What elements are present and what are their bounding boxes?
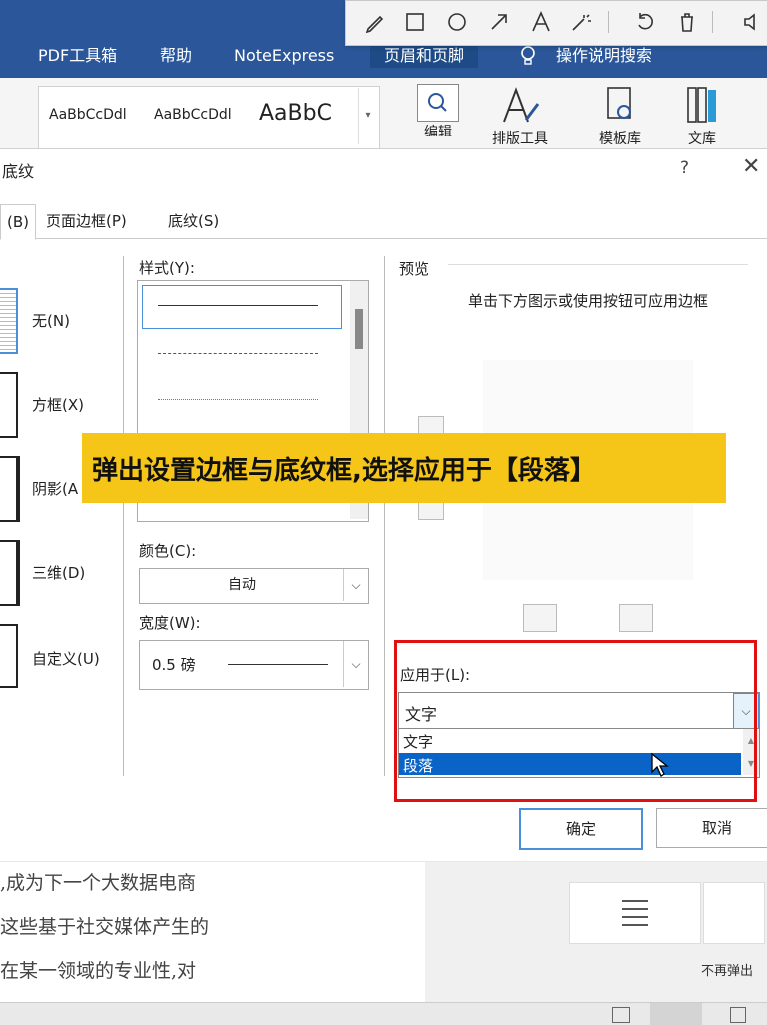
close-icon[interactable]: ✕ [742,154,760,179]
document-line: 这些基于社交媒体产生的 [0,916,210,938]
preview-label: 预览 [399,260,430,278]
edit-label: 编辑 [424,125,452,136]
setting-none-thumb[interactable] [0,288,18,354]
layout-tool-button[interactable]: 排版工具 [480,84,560,144]
width-label: 宽度(W): [139,614,201,632]
lightbulb-icon [520,46,536,66]
print-layout-icon[interactable] [650,1003,702,1025]
column-separator [384,256,385,776]
panel-card[interactable] [569,882,701,944]
tab-noteexpress[interactable]: NoteExpress [234,44,334,68]
color-value: 自动 [228,577,256,593]
chevron-down-icon[interactable]: ⌵ [343,641,368,687]
tab-pdf-tools[interactable]: PDF工具箱 [38,44,117,68]
rectangle-icon[interactable] [404,11,426,33]
edit-button[interactable]: 编辑 [408,84,468,144]
library-label: 文库 [688,131,716,144]
width-select[interactable]: 0.5 磅 ⌵ [139,640,369,690]
right-border-button[interactable] [619,604,653,632]
template-label: 模板库 [599,131,641,144]
circle-icon[interactable] [446,11,468,33]
help-button[interactable]: ? [680,158,689,178]
color-label: 颜色(C): [139,542,197,560]
ok-button[interactable]: 确定 [519,808,643,850]
side-panel: 不再弹出 [425,862,767,1002]
setting-3d-thumb[interactable] [0,540,20,606]
template-button[interactable]: 模板库 [590,84,650,144]
tab-header-footer[interactable]: 页眉和页脚 [370,44,479,68]
tab-borders[interactable]: (B) [0,204,36,240]
width-line-sample [228,664,328,665]
dont-show-again[interactable]: 不再弹出 [701,960,753,979]
tab-search[interactable]: 操作说明搜索 [556,44,652,68]
line-style-dotted[interactable] [158,399,318,400]
tab-help[interactable]: 帮助 [160,44,192,68]
arrow-icon[interactable] [488,11,510,33]
caption-text: 弹出设置边框与底纹框,选择应用于【段落】 [92,456,596,486]
undo-icon[interactable] [634,11,656,33]
annotation-toolbar [345,0,767,46]
trash-icon[interactable] [676,11,698,33]
scroll-thumb[interactable] [355,309,363,349]
document-line: 在某一领域的专业性,对 [0,960,197,982]
preview-hint: 单击下方图示或使用按钮可应用边框 [467,292,708,310]
tab-page-border[interactable]: 页面边框(P) [46,204,127,238]
toolbar-divider [712,11,713,33]
setting-shadow-label[interactable]: 阴影(A [32,478,78,499]
setting-none-label[interactable]: 无(N) [32,310,70,331]
style-gallery: AaBbCcDdl AaBbCcDdl AaBbC [38,86,380,150]
toolbar-divider [608,11,609,33]
width-value: 0.5 磅 [152,656,196,674]
style-label: 样式(Y): [139,259,195,277]
style-normal[interactable]: AaBbCcDdl [49,107,127,123]
books-icon [672,84,732,128]
setting-box-label[interactable]: 方框(X) [32,394,84,415]
line-style-solid[interactable] [158,305,318,306]
dialog-title: 底纹 [2,162,35,181]
status-bar [0,1002,767,1025]
setting-custom-label[interactable]: 自定义(U) [32,648,100,669]
line-style-selected[interactable] [142,285,342,329]
text-icon[interactable] [530,11,552,33]
setting-box-thumb[interactable] [0,372,18,438]
tab-shading[interactable]: 底纹(S) [168,204,219,238]
pencil-icon[interactable] [364,11,386,34]
speaker-icon[interactable] [742,11,764,33]
style-no-spacing[interactable]: AaBbCcDdl [154,107,232,123]
line-style-dashed[interactable] [158,353,318,354]
cancel-button[interactable]: 取消 [656,808,767,848]
document-line: ,成为下一个大数据电商 [0,872,197,894]
style-heading[interactable]: AaBbC [259,101,332,126]
highlight-box [394,640,757,802]
search-icon [417,84,459,122]
document-search-icon [590,84,650,128]
left-border-button[interactable] [523,604,557,632]
tab-divider [0,238,767,239]
setting-shadow-thumb[interactable] [0,456,20,522]
setting-3d-label[interactable]: 三维(D) [32,562,85,583]
chevron-down-icon[interactable]: ⌵ [343,569,368,601]
preview-rule [448,264,748,265]
panel-card[interactable] [703,882,765,944]
web-layout-icon[interactable] [730,1007,746,1023]
font-pen-icon [480,84,560,128]
style-gallery-scroll[interactable]: ▾ [358,88,377,144]
read-mode-icon[interactable] [612,1007,630,1023]
magic-wand-icon[interactable] [570,11,592,33]
library-button[interactable]: 文库 [672,84,732,144]
color-select[interactable]: 自动 ⌵ [139,568,369,604]
column-separator [123,256,124,776]
format-icon [622,900,648,926]
layout-tool-label: 排版工具 [492,131,548,144]
setting-custom-thumb[interactable] [0,624,18,688]
